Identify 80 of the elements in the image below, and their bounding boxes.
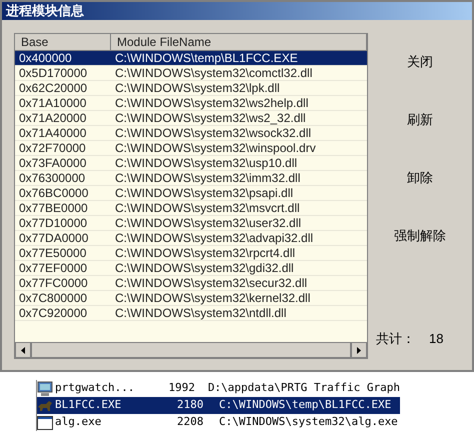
scroll-left-button[interactable] (15, 342, 31, 358)
table-cell-text: C:\WINDOWS\system32\usp10.dll (114, 156, 298, 170)
process-row[interactable]: prtgwatch... 1992 D:\appdata\PRTG Traffic Graph (37, 380, 400, 397)
table-row[interactable]: 0x73FA0000 C:\WINDOWS\system32\usp10.dll (15, 156, 367, 171)
table-cell-text: 0x77BE0000 (18, 201, 89, 215)
table-row[interactable]: 0x71A20000 C:\WINDOWS\system32\ws2_32.dll (15, 111, 367, 126)
table-row[interactable]: 0x71A10000 C:\WINDOWS\system32\ws2help.dll (15, 96, 367, 111)
table-cell-text: 0x77FC0000 (18, 276, 89, 290)
table-cell-text: C:\WINDOWS\system32\secur32.dll (114, 276, 308, 290)
action-button[interactable]: 刷新 (403, 109, 437, 131)
left-arrow-icon (21, 346, 25, 354)
table-cell-text: C:\WINDOWS\system32\user32.dll (114, 216, 302, 230)
table-cell-text: 0x76BC0000 (18, 186, 90, 200)
table-cell-text: 0x77E50000 (18, 246, 88, 260)
total-label: 共计： (376, 330, 415, 348)
table-cell-text: 0x77EF0000 (18, 261, 88, 275)
action-button[interactable]: 强制解除 (390, 225, 450, 247)
action-button[interactable]: 关闭 (403, 51, 437, 73)
window-title: 进程模块信息 (2, 2, 472, 20)
table-cell-text: C:\WINDOWS\system32\ntdll.dll (114, 306, 288, 320)
table-row[interactable]: 0x7C920000 C:\WINDOWS\system32\ntdll.dll (15, 306, 367, 321)
table-row[interactable]: 0x76BC0000 C:\WINDOWS\system32\psapi.dll (15, 186, 367, 201)
process-name: alg.exe (55, 414, 102, 430)
process-pid: 2208 (177, 414, 204, 430)
table-cell-text: 0x71A10000 (18, 96, 88, 110)
table-row[interactable]: 0x77DA0000 C:\WINDOWS\system32\advapi32.dll (15, 231, 367, 246)
process-name: BL1FCC.EXE (55, 397, 122, 414)
table-row[interactable]: 0x76300000 C:\WINDOWS\system32\imm32.dll (15, 171, 367, 186)
table-row[interactable]: 0x77EF0000 C:\WINDOWS\system32\gdi32.dll (15, 261, 367, 276)
column-header[interactable]: Base (15, 34, 111, 50)
table-row[interactable]: 0x5D170000 C:\WINDOWS\system32\comctl32.dll (15, 66, 367, 81)
table-cell-text: C:\WINDOWS\system32\winspool.drv (114, 141, 317, 155)
table-cell-text: 0x7C800000 (18, 291, 88, 305)
table-cell-text: 0x62C20000 (18, 81, 88, 95)
table-cell-text: C:\WINDOWS\temp\BL1FCC.EXE (114, 51, 299, 65)
table-cell-text: 0x400000 (18, 51, 73, 65)
table-cell-text: 0x77D10000 (18, 216, 88, 230)
table-cell-text: C:\WINDOWS\system32\rpcrt4.dll (114, 246, 296, 260)
table-cell-text: C:\WINDOWS\system32\psapi.dll (114, 186, 294, 200)
table-row[interactable]: 0x7C800000 C:\WINDOWS\system32\kernel32.dll (15, 291, 367, 306)
right-arrow-icon (357, 346, 361, 354)
process-row[interactable]: alg.exe 2208 C:\WINDOWS\system32\alg.exe (37, 414, 400, 431)
process-path: C:\WINDOWS\temp\BL1FCC.EXE (219, 397, 392, 414)
process-pid: 2180 (177, 397, 204, 414)
table-cell-text: 0x76300000 (18, 171, 86, 185)
table-cell-text: C:\WINDOWS\system32\msvcrt.dll (114, 201, 301, 215)
table-cell-text: C:\WINDOWS\system32\gdi32.dll (114, 261, 295, 275)
table-cell-text: 0x71A40000 (18, 126, 88, 140)
table-row[interactable]: 0x77BE0000 C:\WINDOWS\system32\msvcrt.dll (15, 201, 367, 216)
table-row[interactable]: 0x71A40000 C:\WINDOWS\system32\wsock32.dll (15, 126, 367, 141)
table-cell-text: 0x77DA0000 (18, 231, 90, 245)
table-cell-text: C:\WINDOWS\system32\wsock32.dll (114, 126, 312, 140)
table-cell-text: 0x5D170000 (18, 66, 88, 80)
table-cell-text: 0x7C920000 (18, 306, 88, 320)
table-cell-text: C:\WINDOWS\system32\ws2_32.dll (114, 111, 307, 125)
process-path: D:\appdata\PRTG Traffic Graph (208, 380, 400, 396)
table-cell-text: C:\WINDOWS\system32\imm32.dll (114, 171, 302, 185)
table-cell-text: C:\WINDOWS\system32\kernel32.dll (114, 291, 312, 305)
process-name: prtgwatch... (55, 380, 136, 396)
process-path: C:\WINDOWS\system32\alg.exe (219, 414, 398, 430)
table-cell-text: C:\WINDOWS\system32\lpk.dll (114, 81, 281, 95)
column-header[interactable]: Module FileName (111, 34, 367, 50)
table-row[interactable]: 0x62C20000 C:\WINDOWS\system32\lpk.dll (15, 81, 367, 96)
table-row[interactable]: 0x72F70000 C:\WINDOWS\system32\winspool.drv (15, 141, 367, 156)
table-cell-text: 0x71A20000 (18, 111, 88, 125)
table-cell-text: 0x73FA0000 (18, 156, 88, 170)
process-pid: 1992 (168, 380, 196, 396)
process-row[interactable]: BL1FCC.EXE 2180 C:\WINDOWS\temp\BL1FCC.EXE (37, 397, 400, 414)
table-cell-text: 0x72F70000 (18, 141, 87, 155)
table-row[interactable]: 0x77E50000 C:\WINDOWS\system32\rpcrt4.dll (15, 246, 367, 261)
window-icon (37, 414, 53, 430)
scroll-right-button[interactable] (351, 342, 367, 358)
table-row[interactable]: 0x77D10000 C:\WINDOWS\system32\user32.dll (15, 216, 367, 231)
table-row[interactable]: 0x400000 C:\WINDOWS\temp\BL1FCC.EXE (15, 51, 367, 66)
table-row[interactable]: 0x77FC0000 C:\WINDOWS\system32\secur32.dll (15, 276, 367, 291)
table-cell-text: C:\WINDOWS\system32\advapi32.dll (114, 231, 314, 245)
total-count: 18 (429, 330, 444, 348)
table-cell-text: C:\WINDOWS\system32\ws2help.dll (114, 96, 310, 110)
action-button[interactable]: 卸除 (403, 167, 437, 189)
table-cell-text: C:\WINDOWS\system32\comctl32.dll (114, 66, 314, 80)
